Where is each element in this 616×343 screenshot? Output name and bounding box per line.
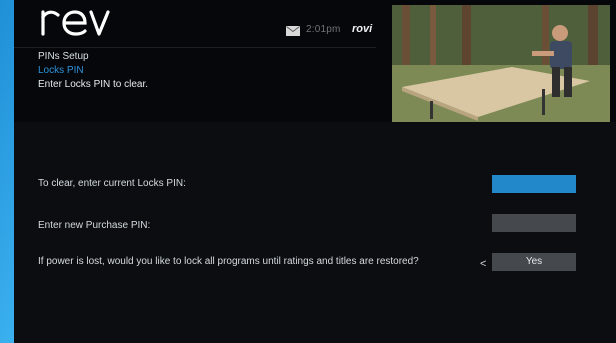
header-divider xyxy=(14,47,376,48)
rev-logo xyxy=(41,10,110,36)
chevron-left-icon[interactable]: < xyxy=(480,258,486,270)
power-loss-label: If power is lost, would you like to lock… xyxy=(38,256,419,267)
instruction-text: Enter Locks PIN to clear. xyxy=(38,79,149,90)
video-preview xyxy=(392,5,610,122)
breadcrumb-locks-pin: Locks PIN xyxy=(38,65,84,76)
mail-icon xyxy=(286,26,300,36)
power-loss-lock-toggle[interactable]: Yes xyxy=(492,253,576,271)
new-pin-label: Enter new Purchase PIN: xyxy=(38,220,151,231)
header: 2:01pm rovi PINs Setup Locks PIN Enter L… xyxy=(14,0,616,122)
breadcrumb-pins-setup: PINs Setup xyxy=(38,51,89,62)
clock: 2:01pm xyxy=(306,24,341,35)
tv-screen: 2:01pm rovi PINs Setup Locks PIN Enter L… xyxy=(14,0,616,343)
new-purchase-pin-field[interactable] xyxy=(492,214,576,232)
brand-logo: rovi xyxy=(352,23,373,35)
current-pin-label: To clear, enter current Locks PIN: xyxy=(38,178,186,189)
settings-form: To clear, enter current Locks PIN: Enter… xyxy=(14,122,616,343)
breadcrumb: PINs Setup Locks PIN Enter Locks PIN to … xyxy=(38,50,148,92)
current-locks-pin-field[interactable] xyxy=(492,175,576,193)
